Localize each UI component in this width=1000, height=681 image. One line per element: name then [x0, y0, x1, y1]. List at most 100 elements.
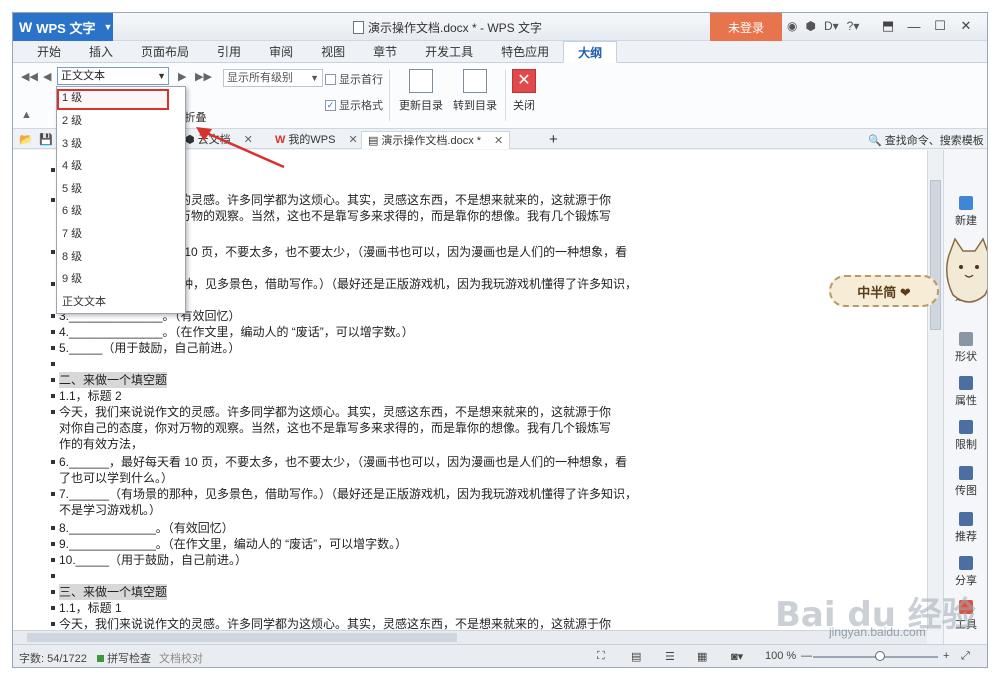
outline-paragraph[interactable]: 7.______（有场景的那种，见多景色，借助写作。）（最好还是正版游戏机，因为…	[59, 486, 637, 502]
gift-icon[interactable]: ⬢	[805, 19, 815, 33]
fit-window-icon[interactable]: ⤢	[961, 650, 970, 663]
command-search[interactable]: 🔍 查找命令、搜索模板	[868, 132, 984, 148]
outline-paragraph[interactable]: 不是学习游戏机。）	[59, 502, 161, 518]
outline-bullet[interactable]	[51, 590, 55, 594]
maximize-icon[interactable]: ☐	[927, 13, 953, 39]
level-option-4[interactable]: 4 级	[57, 155, 185, 178]
level-option-3[interactable]: 3 级	[57, 133, 185, 156]
zoom-in-icon[interactable]: +	[943, 650, 949, 662]
outline-bullet[interactable]	[51, 622, 55, 626]
show-level-select[interactable]: 显示所有级别 ▼	[223, 69, 323, 87]
tab-review[interactable]: 审阅	[255, 41, 307, 63]
level-option-1[interactable]: 1 级	[57, 89, 169, 110]
outline-paragraph[interactable]: 4.______________。（在作文里，编动人的 “废话”，可以增字数。）	[59, 324, 414, 340]
close-tab-icon[interactable]: ✕	[348, 132, 357, 148]
outline-bullet[interactable]	[51, 558, 55, 562]
level-option-2[interactable]: 2 级	[57, 110, 185, 133]
tab-view[interactable]: 视图	[307, 41, 359, 63]
outline-bullet[interactable]	[51, 346, 55, 350]
tab-developer[interactable]: 开发工具	[411, 41, 487, 63]
zoom-level[interactable]: 100 %	[765, 650, 796, 662]
outline-paragraph[interactable]: 10._____（用于鼓励，自己前进。）	[59, 552, 247, 568]
level-option-6[interactable]: 6 级	[57, 200, 185, 223]
outline-bullet[interactable]	[51, 198, 55, 202]
rpanel-share[interactable]: 分享	[944, 556, 987, 588]
outline-view-icon[interactable]: ☰	[665, 650, 675, 663]
tab-current-document[interactable]: ▤ 演示操作文档.docx * ✕	[361, 131, 511, 149]
close-tab-icon[interactable]: ✕	[494, 133, 503, 149]
outline-paragraph[interactable]: 对你自己的态度，你对万物的观察。当然，这也不是靠写多来求得的，而是靠你的想像。我…	[59, 420, 611, 436]
tab-outline[interactable]: 大纲	[563, 41, 618, 63]
outline-paragraph[interactable]: 今天，我们来说说作文的灵感。许多同学都为这烦心。其实，灵感这东西，不是想来就来的…	[59, 404, 611, 420]
level-option-7[interactable]: 7 级	[57, 223, 185, 246]
login-button[interactable]: 未登录	[710, 13, 782, 41]
level-option-body-text[interactable]: 正文文本	[57, 291, 185, 314]
outline-bullet[interactable]	[51, 394, 55, 398]
tab-reference[interactable]: 引用	[203, 41, 255, 63]
outline-bullet[interactable]	[51, 378, 55, 382]
outline-paragraph[interactable]: 9._____________。（在作文里，编动人的 “废话”，可以增字数。）	[59, 536, 407, 552]
tab-features[interactable]: 特色应用	[487, 41, 563, 63]
minimize-icon[interactable]: —	[901, 13, 927, 39]
help-icon[interactable]: ?▾	[847, 19, 860, 33]
level-option-8[interactable]: 8 级	[57, 246, 185, 269]
goto-toc-button[interactable]: 转到目录	[447, 69, 503, 113]
level-option-9[interactable]: 9 级	[57, 268, 185, 291]
word-count[interactable]: 字数: 54/1722	[19, 650, 87, 666]
spell-check[interactable]: 拼写检查	[97, 650, 151, 666]
zoom-slider-handle[interactable]	[875, 651, 885, 661]
save-icon[interactable]: 💾	[39, 131, 53, 149]
outline-heading[interactable]: 三、来做一个填空题	[59, 584, 168, 600]
zoom-out-icon[interactable]: —	[801, 650, 812, 662]
close-icon[interactable]: ✕	[953, 13, 979, 39]
outline-level-select[interactable]: 正文文本 ▼	[57, 67, 169, 85]
close-outline-button[interactable]: ✕ 关闭	[496, 69, 552, 113]
outline-heading[interactable]: 二、来做一个填空题	[59, 372, 168, 388]
show-first-line-checkbox[interactable]: 显示首行	[325, 71, 383, 87]
promote-to-top-icon[interactable]: ◀◀	[21, 70, 38, 83]
outline-paragraph[interactable]: 6.______，最好每天看 10 页，不要太多，也不要太少，（漫画书也可以，因…	[59, 454, 627, 470]
outline-paragraph[interactable]: 作的有效方法，	[59, 436, 143, 452]
outline-bullet[interactable]	[51, 250, 55, 254]
tab-start[interactable]: 开始	[23, 41, 75, 63]
show-format-checkbox[interactable]: ✓ 显示格式	[325, 97, 383, 113]
vertical-scrollbar[interactable]	[927, 150, 943, 630]
page-view-icon[interactable]: ▤	[631, 650, 641, 663]
wps-menu-button[interactable]: W WPS 文字 ▼	[13, 13, 113, 41]
rpanel-recommend[interactable]: 推荐	[944, 512, 987, 544]
rpanel-upload-image[interactable]: 传图	[944, 466, 987, 498]
outline-bullet[interactable]	[51, 410, 55, 414]
outline-bullet[interactable]	[51, 362, 55, 366]
outline-paragraph[interactable]: 5._____（用于鼓励，自己前进。）	[59, 340, 240, 356]
web-view-icon[interactable]: ▦	[697, 650, 707, 663]
demote-to-body-icon[interactable]: ▶▶	[195, 70, 212, 83]
outline-bullet[interactable]	[51, 492, 55, 496]
skin-icon[interactable]: ◉	[787, 19, 797, 33]
rpanel-properties[interactable]: 属性	[944, 376, 987, 408]
outline-bullet[interactable]	[51, 460, 55, 464]
promote-icon[interactable]: ◀	[43, 70, 51, 83]
fullscreen-view-icon[interactable]: ⛶	[597, 650, 605, 663]
open-folder-icon[interactable]: 📂	[19, 131, 33, 149]
outline-paragraph[interactable]: 了也可以学到什么。）	[59, 470, 173, 486]
rpanel-shape[interactable]: 形状	[944, 332, 987, 364]
scroll-thumb[interactable]	[930, 180, 941, 330]
outline-bullet[interactable]	[51, 606, 55, 610]
eye-protect-icon[interactable]: ◙▾	[731, 650, 743, 663]
demote-icon[interactable]: ▶	[178, 70, 186, 83]
outline-bullet[interactable]	[51, 542, 55, 546]
tab-page-layout[interactable]: 页面布局	[127, 41, 203, 63]
outline-bullet[interactable]	[51, 314, 55, 318]
d-icon[interactable]: D▾	[824, 19, 839, 33]
update-toc-button[interactable]: 更新目录	[393, 69, 449, 113]
rpanel-restrict[interactable]: 限制	[944, 420, 987, 452]
scroll-thumb[interactable]	[27, 633, 457, 642]
outline-paragraph[interactable]: 1.1，标题 2	[59, 388, 122, 404]
outline-paragraph[interactable]: 1.1，标题 1	[59, 600, 122, 616]
outline-paragraph[interactable]: 8._____________。（有效回忆）	[59, 520, 234, 536]
restore-window-icon[interactable]: ⬒	[875, 13, 901, 39]
outline-bullet[interactable]	[51, 526, 55, 530]
level-option-5[interactable]: 5 级	[57, 178, 185, 201]
outline-bullet[interactable]	[51, 574, 55, 578]
move-up-icon[interactable]: ▲	[21, 109, 32, 121]
